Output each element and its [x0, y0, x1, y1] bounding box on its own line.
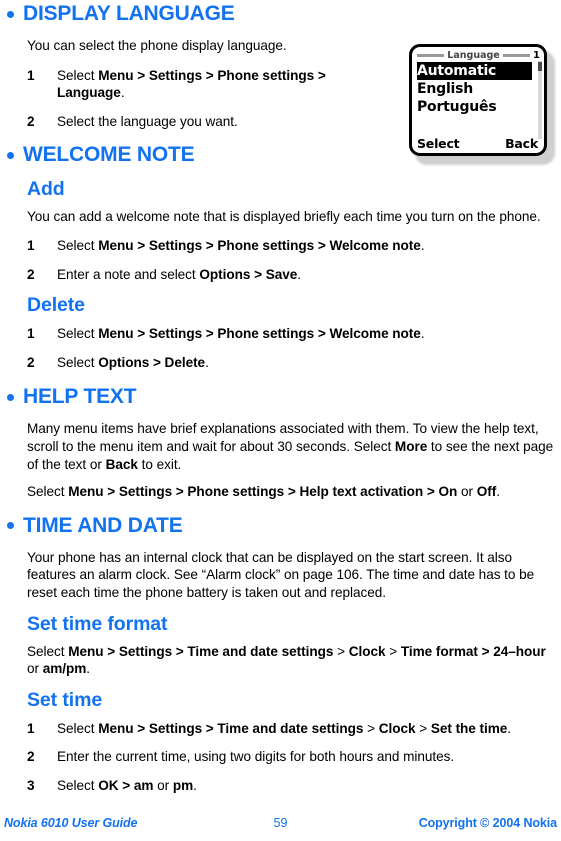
step-text: Select the language you want. [57, 113, 238, 129]
step-item: 2 Enter a note and select Options > Save… [27, 266, 559, 284]
step-number: 2 [27, 266, 35, 282]
step-item: 2 Enter the current time, using two digi… [27, 748, 559, 766]
phone-screen-title: Language [447, 50, 500, 61]
paragraph-help-text-2: Select Menu > Settings > Phone settings … [27, 484, 500, 500]
step-text: Select Menu > Settings > Phone settings … [57, 237, 425, 253]
subsection-heading-set-time-format: Set time format [27, 612, 168, 635]
section-heading-time-and-date: TIME AND DATE [0, 514, 561, 538]
step-text: Enter a note and select Options > Save. [57, 266, 302, 282]
step-number: 1 [27, 237, 35, 253]
step-item: 1 Select Menu > Settings > Phone setting… [27, 237, 559, 255]
step-number: 1 [27, 720, 35, 736]
bullet-icon [7, 393, 14, 401]
step-item: 1 Select Menu > Settings > Time and date… [27, 720, 559, 738]
phone-softkey-select: Select [417, 136, 460, 151]
heading-text: TIME AND DATE [23, 513, 183, 537]
step-number: 1 [27, 326, 35, 342]
step-item: 2 Select Options > Delete. [27, 354, 559, 372]
paragraph-help-text-1: Many menu items have brief explanations … [27, 421, 554, 472]
step-text: Select Options > Delete. [57, 354, 209, 370]
phone-scrollbar-track [538, 61, 542, 139]
phone-menu-list: Automatic English Português [417, 62, 532, 116]
heading-text: HELP TEXT [23, 385, 137, 409]
paragraph-set-time-format: Select Menu > Settings > Time and date s… [27, 643, 546, 677]
step-item: 2 Select the language you want. [27, 113, 387, 131]
step-number: 2 [27, 749, 35, 765]
step-item: 1 Select Menu > Settings > Phone setting… [27, 67, 387, 102]
phone-title-bar: Language 1 [417, 50, 540, 61]
phone-menu-item-portugues: Português [417, 99, 497, 115]
paragraph-time-and-date-intro: Your phone has an internal clock that ca… [27, 549, 535, 600]
bullet-icon [7, 151, 14, 159]
phone-menu-item-automatic: Automatic [417, 62, 532, 80]
phone-menu-item-english: English [417, 81, 474, 97]
heading-text: WELCOME NOTE [23, 143, 195, 167]
step-text: Enter the current time, using two digits… [57, 749, 455, 765]
heading-text: DISPLAY LANGUAGE [23, 2, 235, 25]
step-text: Select Menu > Settings > Time and date s… [57, 720, 512, 736]
phone-page-indicator: 1 [533, 50, 541, 61]
step-text: Select Menu > Settings > Phone settings … [57, 67, 326, 101]
subsection-heading-delete: Delete [27, 294, 85, 317]
title-rule-left-icon [417, 54, 445, 57]
title-rule-right-icon [502, 54, 531, 57]
step-number: 1 [27, 67, 35, 83]
footer-copyright: Copyright © 2004 Nokia [418, 816, 557, 830]
phone-screen-illustration: Language 1 Automatic English Português S… [409, 44, 556, 166]
bullet-icon [7, 10, 14, 18]
page-footer: Nokia 6010 User Guide 59 Copyright © 200… [0, 814, 561, 832]
step-item: 1 Select Menu > Settings > Phone setting… [27, 325, 559, 343]
step-number: 3 [27, 777, 35, 793]
phone-softkey-bar: Select Back [417, 136, 538, 151]
phone-softkey-back: Back [505, 136, 538, 151]
phone-scrollbar-thumb [538, 62, 542, 71]
section-heading-help-text: HELP TEXT [0, 385, 561, 409]
step-text: Select Menu > Settings > Phone settings … [57, 326, 425, 342]
phone-screen-frame: Language 1 Automatic English Português S… [409, 44, 547, 156]
step-text: Select OK > am or pm. [57, 777, 197, 793]
step-number: 2 [27, 354, 35, 370]
section-heading-display-language: DISPLAY LANGUAGE [0, 2, 561, 26]
subsection-heading-set-time: Set time [27, 688, 103, 711]
step-item: 3 Select OK > am or pm. [27, 777, 559, 795]
paragraph-display-language-intro: You can select the phone display languag… [27, 38, 287, 53]
manual-page: Language 1 Automatic English Português S… [0, 2, 561, 841]
subsection-heading-add: Add [27, 178, 65, 201]
bullet-icon [7, 522, 14, 530]
paragraph-welcome-note-add-intro: You can add a welcome note that is displ… [27, 209, 541, 225]
step-number: 2 [27, 113, 35, 129]
